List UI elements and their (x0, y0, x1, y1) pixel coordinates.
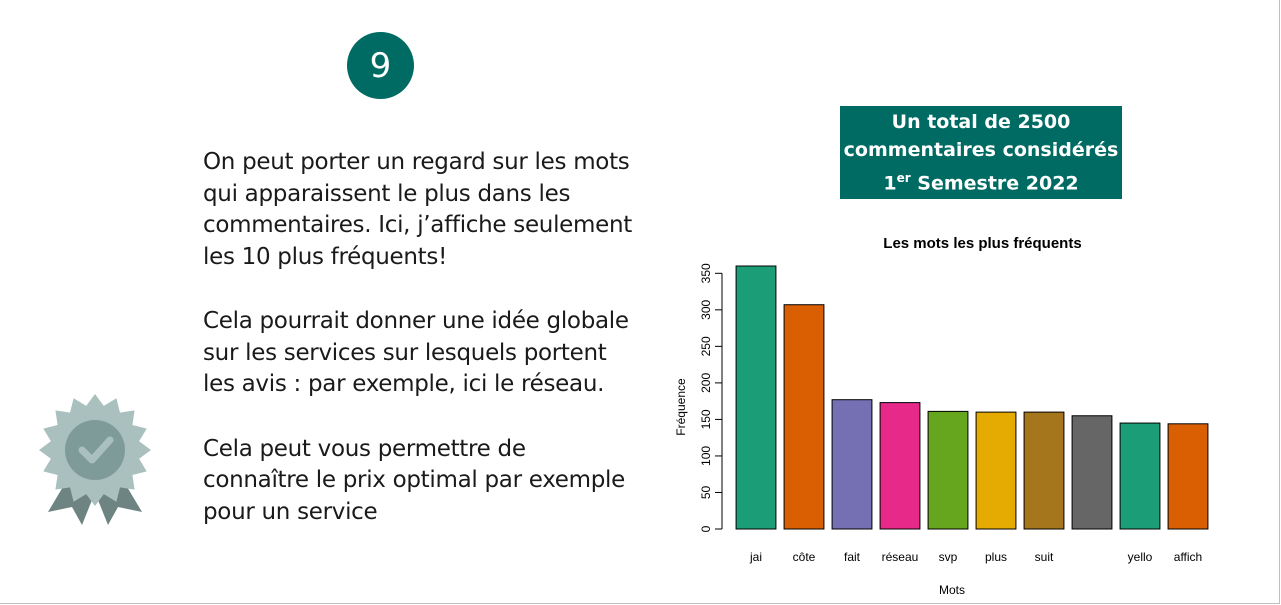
x-tick-label: affich (1174, 550, 1202, 564)
x-axis-title: Mots (939, 583, 965, 597)
y-tick-label: 150 (699, 409, 713, 429)
bar (1071, 415, 1113, 530)
chart-title: Les mots les plus fréquents (883, 235, 1082, 252)
bar (831, 399, 873, 530)
bar (1167, 423, 1209, 530)
body-text: On peut porter un regard sur les mots qu… (203, 147, 633, 561)
slide-number-badge: 9 (347, 32, 414, 99)
x-tick-label: suit (1035, 550, 1054, 564)
x-tick-label: svp (939, 550, 958, 564)
x-tick-label: fait (844, 550, 861, 564)
total-comments-box: Un total de 2500 commentaires considérés… (840, 106, 1122, 199)
bar (1119, 422, 1161, 530)
total-box-line-3: 1er Semestre 2022 (840, 164, 1122, 197)
award-ribbon-check-icon (39, 394, 151, 525)
bar-chart: jai côte fait réseau svp plus suit yello affich 0… (674, 263, 1209, 597)
paragraph-2: Cela pourrait donner une idée globale su… (203, 308, 629, 397)
y-tick-label: 50 (699, 485, 713, 499)
x-tick-label: côte (793, 550, 816, 564)
bar (975, 411, 1017, 530)
semester-ordinal: er (896, 170, 911, 185)
bar (879, 402, 921, 530)
y-tick-label: 100 (699, 446, 713, 466)
x-tick-label: yello (1128, 550, 1153, 564)
x-tick-label: réseau (882, 550, 919, 564)
bar (1023, 411, 1065, 530)
total-box-line-1: Un total de 2500 (891, 110, 1071, 133)
y-axis-title: Fréquence (674, 378, 688, 436)
y-tick-label: 350 (699, 263, 713, 283)
bar (927, 410, 969, 530)
y-tick-label: 250 (699, 336, 713, 356)
total-box-line-2: commentaires considérés (843, 138, 1119, 161)
semester-number: 1 (883, 172, 897, 195)
bar (735, 265, 777, 530)
y-tick-label: 0 (699, 525, 713, 532)
y-tick-label: 300 (699, 300, 713, 320)
x-tick-label: jai (749, 550, 762, 564)
paragraph-1: On peut porter un regard sur les mots qu… (203, 149, 632, 270)
bar (783, 304, 825, 530)
paragraph-3: Cela peut vous permettre de connaître le… (203, 435, 625, 525)
y-tick-label: 200 (699, 373, 713, 393)
semester-label: Semestre 2022 (910, 172, 1079, 195)
x-tick-label: plus (985, 550, 1007, 564)
